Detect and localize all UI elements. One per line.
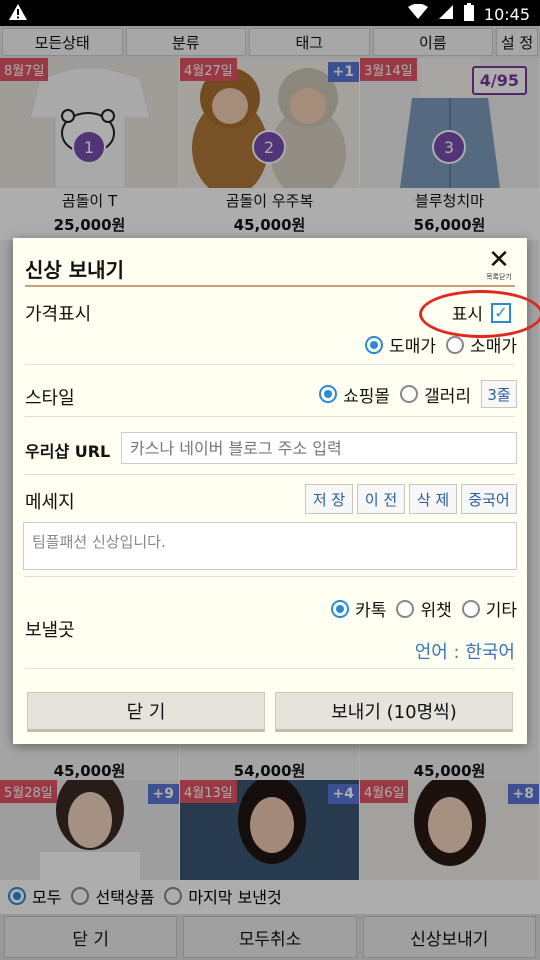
highlight-annotation	[419, 290, 540, 338]
delete-message-button[interactable]: 삭 제	[409, 484, 457, 514]
price-type-options: 도매가 소매가	[365, 332, 517, 357]
gallery-option[interactable]: 갤러리	[400, 382, 471, 407]
other-option[interactable]: 기타	[461, 596, 517, 621]
warning-icon	[8, 3, 28, 25]
status-bar: 10:45	[0, 0, 540, 26]
save-message-button[interactable]: 저 장	[305, 484, 353, 514]
signal-icon	[438, 4, 454, 24]
radio-selected[interactable]	[365, 335, 384, 354]
close-label: 목록닫기	[486, 273, 512, 281]
rows-button[interactable]: 3줄	[481, 380, 517, 408]
radio-selected[interactable]	[319, 385, 338, 403]
chinese-message-button[interactable]: 중국어	[461, 484, 517, 514]
clock: 10:45	[483, 4, 530, 24]
close-icon: ✕	[488, 245, 510, 275]
shop-url-input[interactable]	[121, 432, 517, 464]
dialog-send-button[interactable]: 보내기 (10명씩)	[275, 692, 513, 732]
shopping-mall-option[interactable]: 쇼핑몰	[319, 382, 390, 407]
shop-url-label: 우리샵 URL	[25, 442, 111, 461]
send-new-items-dialog: 신상 보내기 ✕ 목록닫기 가격표시 표시 ✓ 도매가 소매가 스타일 쇼핑몰 …	[13, 238, 540, 744]
divider	[25, 364, 515, 365]
title-divider	[25, 285, 515, 287]
wechat-option[interactable]: 위챗	[396, 596, 452, 621]
dialog-close-bottom-button[interactable]: 닫 기	[27, 692, 265, 732]
radio-unselected[interactable]	[446, 335, 465, 354]
wholesale-option[interactable]: 도매가	[365, 332, 436, 357]
price-label: 가격표시	[25, 304, 92, 325]
language-selector[interactable]: 언어 : 한국어	[415, 638, 515, 664]
wifi-icon	[407, 3, 428, 24]
divider	[25, 668, 515, 669]
message-label: 메세지	[25, 492, 75, 513]
message-textarea[interactable]	[23, 522, 517, 570]
radio-unselected[interactable]	[461, 599, 480, 618]
dialog-close-button[interactable]: ✕ 목록닫기	[485, 245, 513, 282]
divider	[25, 416, 515, 417]
radio-unselected[interactable]	[400, 385, 419, 403]
retail-option[interactable]: 소매가	[446, 332, 517, 357]
style-options: 쇼핑몰 갤러리 3줄	[319, 380, 517, 408]
divider	[25, 576, 515, 577]
radio-selected[interactable]	[331, 599, 350, 618]
divider	[25, 474, 515, 475]
destination-options: 카톡 위챗 기타	[331, 596, 517, 621]
dialog-title: 신상 보내기	[25, 258, 124, 282]
radio-unselected[interactable]	[396, 599, 415, 618]
battery-icon	[463, 3, 474, 25]
style-label: 스타일	[25, 388, 75, 409]
message-actions: 저 장 이 전 삭 제 중국어	[305, 484, 517, 514]
kakaotalk-option[interactable]: 카톡	[331, 596, 386, 621]
send-to-label: 보낼곳	[25, 620, 75, 641]
previous-message-button[interactable]: 이 전	[357, 484, 405, 514]
